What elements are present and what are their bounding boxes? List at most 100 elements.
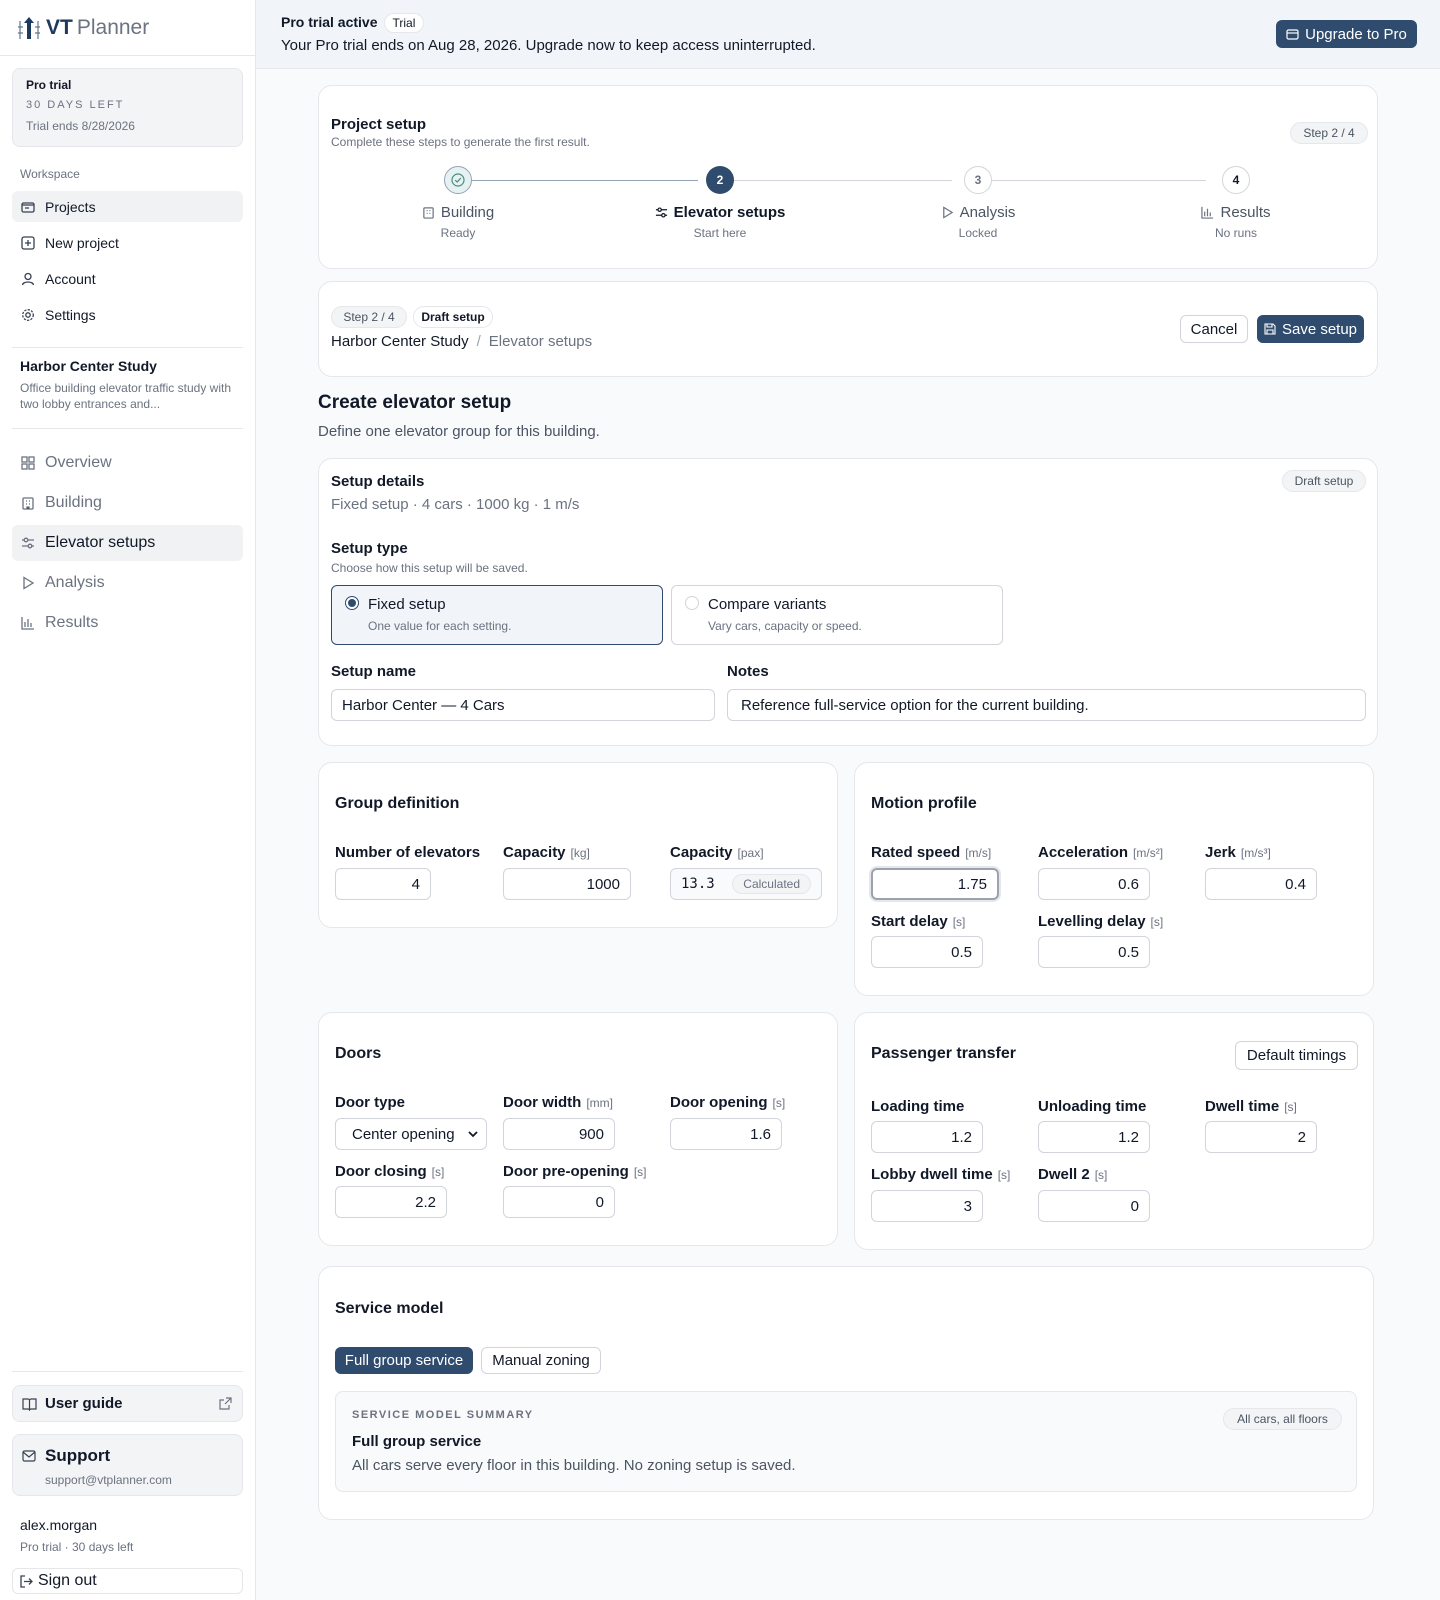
door-closing-input[interactable]: 2.2: [335, 1186, 447, 1218]
loading-time-input[interactable]: 1.2: [871, 1121, 983, 1153]
label-text: Door width: [503, 1094, 582, 1111]
nav-item-account[interactable]: Account: [12, 263, 243, 294]
start-delay-input[interactable]: 0.5: [871, 936, 983, 968]
dwell-2-input[interactable]: 0: [1038, 1190, 1150, 1222]
unit: [s]: [633, 1165, 647, 1179]
unit: [m/s³]: [1240, 846, 1271, 860]
summary-text: All cars serve every floor in this build…: [352, 1457, 796, 1474]
doors-card: Doors Door type Center opening Door widt…: [318, 1012, 838, 1246]
logo-icon: [18, 16, 40, 39]
sign-out-label: Sign out: [38, 1572, 97, 1589]
check-circle-icon: [451, 173, 465, 187]
trial-badge: Trial: [383, 13, 425, 33]
door-width-input[interactable]: 900: [503, 1118, 615, 1150]
nav-item-building[interactable]: Building: [12, 485, 243, 521]
unit: [s]: [1150, 915, 1164, 929]
banner-title: Pro trial active Trial: [281, 13, 425, 33]
nav-item-elevator-setups[interactable]: Elevator setups: [12, 525, 243, 561]
label-text: Jerk: [1205, 844, 1236, 861]
label-text: Dwell time: [1205, 1098, 1280, 1115]
door-pre-opening-input[interactable]: 0: [503, 1186, 615, 1218]
breadcrumb: Harbor Center Study / Elevator setups: [331, 333, 592, 350]
step-4[interactable]: 4: [1222, 166, 1250, 194]
jerk-input[interactable]: 0.4: [1205, 868, 1317, 900]
unit: [m/s²]: [1133, 846, 1164, 860]
lobby-dwell-input[interactable]: 3: [871, 1190, 983, 1222]
label-text: Rated speed: [871, 844, 961, 861]
step-4-name[interactable]: Results: [1136, 204, 1336, 221]
step-2-name[interactable]: Elevator setups: [620, 204, 820, 221]
service-model-card: Service model Full group service Manual …: [318, 1266, 1374, 1520]
capacity-kg-input[interactable]: 1000: [503, 868, 631, 900]
levelling-delay-input[interactable]: 0.5: [1038, 936, 1150, 968]
nav-item-settings[interactable]: Settings: [12, 299, 243, 330]
door-closing-label: Door closing [s]: [335, 1163, 444, 1180]
fixed-setup-option[interactable]: Fixed setup One value for each setting.: [331, 585, 663, 645]
label-text: Levelling delay: [1038, 913, 1146, 930]
unit: [s]: [997, 1168, 1011, 1182]
calculated-tag: Calculated: [732, 874, 811, 894]
step-3-name[interactable]: Analysis: [878, 204, 1078, 221]
acceleration-label: Acceleration [m/s²]: [1038, 844, 1163, 861]
book-icon: [22, 1397, 37, 1411]
upgrade-button[interactable]: Upgrade to Pro: [1276, 20, 1417, 48]
unit: [kg]: [570, 846, 590, 860]
nav-item-label: Projects: [45, 198, 96, 215]
door-type-select[interactable]: Center opening: [335, 1118, 487, 1150]
breadcrumb-project[interactable]: Harbor Center Study: [331, 333, 469, 350]
notes-input[interactable]: Reference full-service option for the cu…: [727, 689, 1366, 721]
mail-icon: [22, 1450, 36, 1462]
rated-speed-input[interactable]: 1.75: [871, 868, 999, 900]
step-2-current[interactable]: 2: [706, 166, 734, 194]
acceleration-input[interactable]: 0.6: [1038, 868, 1150, 900]
setup-name-input[interactable]: Harbor Center — 4 Cars: [331, 689, 715, 721]
door-opening-input[interactable]: 1.6: [670, 1118, 782, 1150]
trial-title: Pro trial: [26, 78, 72, 92]
draft-badge: Draft setup: [413, 306, 493, 328]
nav-item-analysis[interactable]: Analysis: [12, 565, 243, 601]
nav-item-projects[interactable]: Projects: [12, 191, 243, 222]
banner-message: Your Pro trial ends on Aug 28, 2026. Upg…: [281, 37, 816, 54]
banner-title-text: Pro trial active: [281, 14, 378, 30]
elevators-input[interactable]: 4: [335, 868, 431, 900]
tab-manual-zoning[interactable]: Manual zoning: [481, 1347, 601, 1374]
unloading-time-input[interactable]: 1.2: [1038, 1121, 1150, 1153]
nav-item-label: New project: [45, 234, 119, 251]
step-3[interactable]: 3: [964, 166, 992, 194]
draft-badge: Draft setup: [1282, 470, 1366, 492]
nav-item-overview[interactable]: Overview: [12, 445, 243, 481]
sign-out-button[interactable]: Sign out: [12, 1568, 243, 1594]
sliders-icon: [655, 206, 668, 219]
unit: [m/s]: [965, 846, 992, 860]
default-timings-button[interactable]: Default timings: [1235, 1041, 1358, 1070]
project-description: Office building elevator traffic study w…: [20, 381, 231, 411]
support-email[interactable]: support@vtplanner.com: [45, 1473, 233, 1487]
step-1-done[interactable]: [444, 166, 472, 194]
cancel-button[interactable]: Cancel: [1180, 315, 1248, 343]
unit: [s]: [772, 1096, 786, 1110]
project-name: Harbor Center Study: [20, 358, 157, 374]
user-status: Pro trial · 30 days left: [20, 1540, 134, 1554]
building-icon: [21, 496, 35, 510]
tab-full-group-service[interactable]: Full group service: [335, 1347, 473, 1374]
page-title: Create elevator setup: [318, 392, 512, 413]
step-1-name[interactable]: Building: [358, 204, 558, 221]
compare-variants-option[interactable]: Compare variants Vary cars, capacity or …: [671, 585, 1003, 645]
sign-out-icon: [20, 1574, 33, 1588]
dwell-time-input[interactable]: 2: [1205, 1121, 1317, 1153]
door-pre-opening-label: Door pre-opening [s]: [503, 1163, 647, 1180]
nav-item-results[interactable]: Results: [12, 605, 243, 641]
capacity-pax-value: 13.3: [681, 876, 715, 892]
divider: [12, 428, 243, 429]
user-guide-link[interactable]: User guide: [12, 1385, 243, 1422]
brand-logo[interactable]: VT Planner: [0, 0, 255, 56]
save-setup-button[interactable]: Save setup: [1257, 315, 1364, 343]
nav-item-new-project[interactable]: New project: [12, 227, 243, 258]
radio-unselected[interactable]: [685, 596, 699, 610]
support-card[interactable]: Support support@vtplanner.com: [12, 1434, 243, 1496]
step-1-status: Ready: [440, 226, 476, 240]
page-subtitle: Define one elevator group for this build…: [318, 423, 600, 440]
bar-chart-icon: [21, 616, 35, 630]
option-name: Compare variants: [708, 596, 827, 613]
radio-selected[interactable]: [345, 596, 359, 610]
